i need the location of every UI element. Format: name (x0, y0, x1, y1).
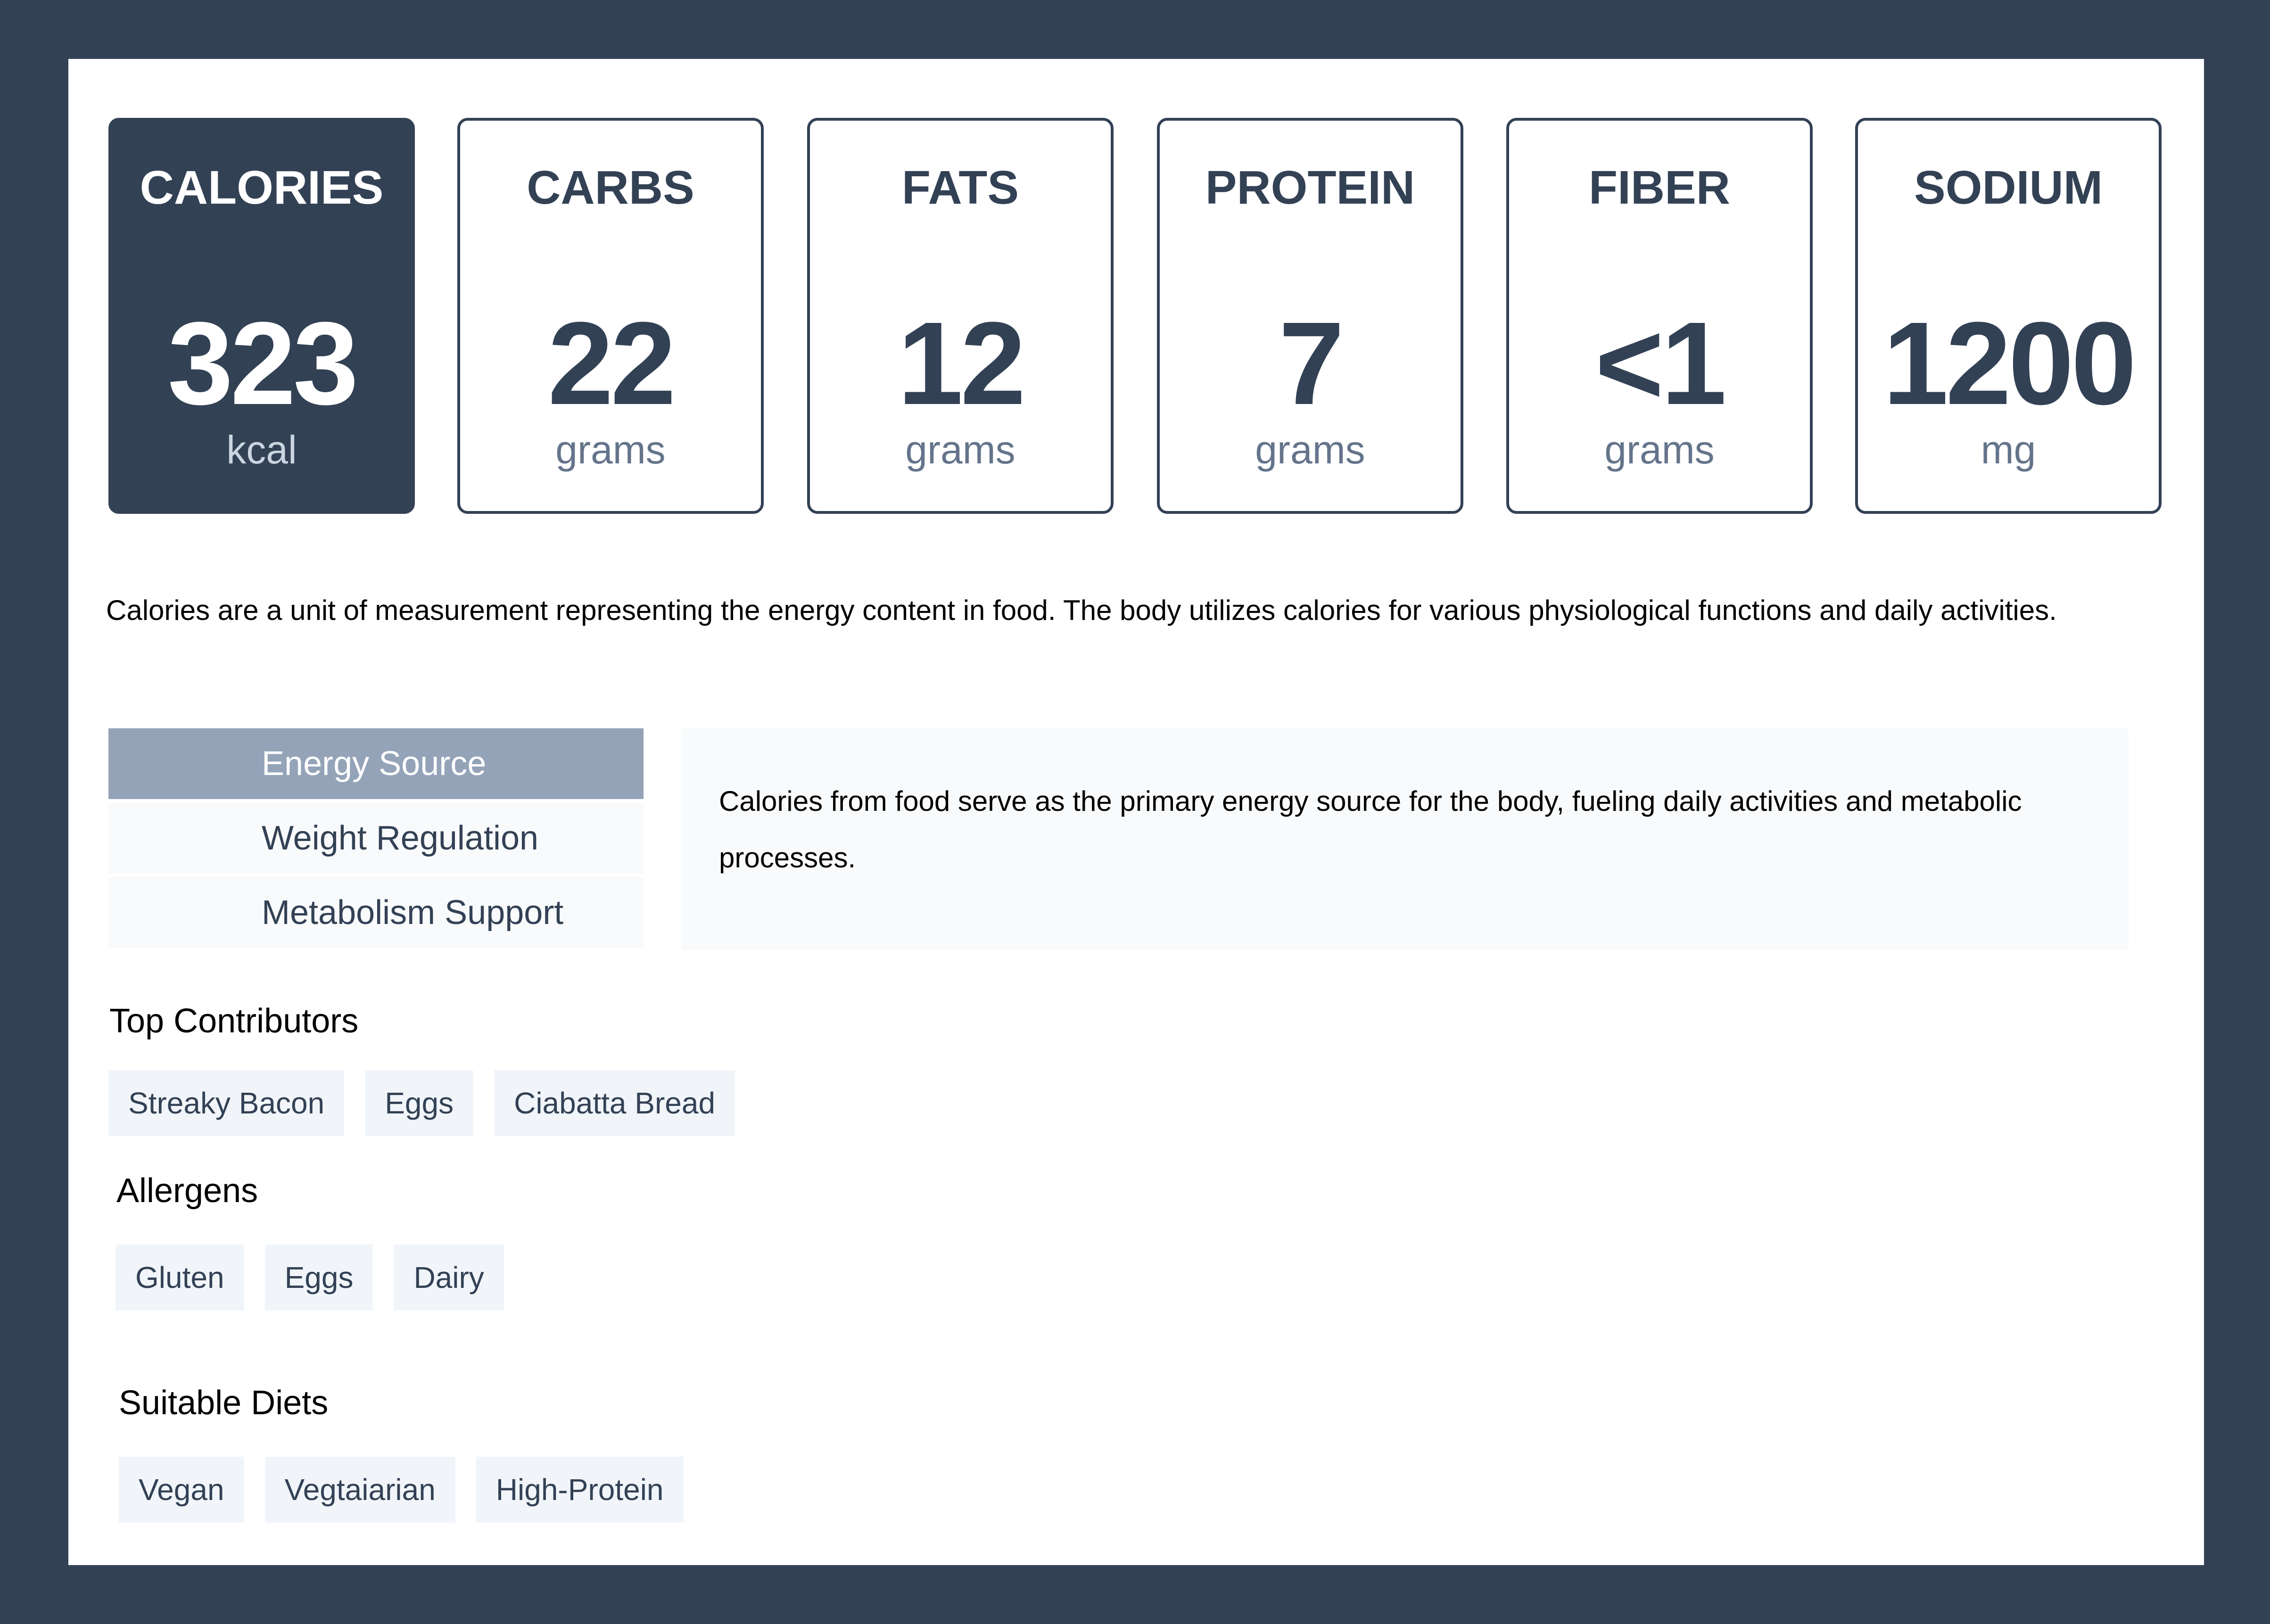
nutrient-unit: grams (555, 428, 666, 472)
nutrient-label: PROTEIN (1205, 161, 1415, 214)
tag: High-Protein (476, 1457, 684, 1523)
tab-metabolism-support[interactable]: Metabolism Support (108, 877, 644, 948)
nutrient-card-carbs[interactable]: CARBS 22 grams (457, 118, 764, 514)
nutrient-card-sodium[interactable]: SODIUM 1200 mg (1855, 118, 2162, 514)
nutrient-unit: mg (1981, 428, 2036, 472)
nutrient-value: 12 (897, 297, 1026, 429)
nutrient-value: <1 (1595, 297, 1726, 429)
top-contributors-title: Top Contributors (109, 1002, 359, 1040)
nutrient-card-calories[interactable]: CALORIES 323 kcal (108, 118, 415, 514)
nutrient-unit: kcal (226, 428, 297, 472)
nutrient-unit: grams (905, 428, 1015, 472)
tab-content: Calories from food serve as the primary … (681, 728, 2129, 950)
tag: Gluten (116, 1245, 244, 1311)
tag: Dairy (394, 1245, 504, 1311)
nutrient-unit: grams (1604, 428, 1715, 472)
nutrient-label: CARBS (527, 161, 694, 214)
top-contributors-tags: Streaky Bacon Eggs Ciabatta Bread (108, 1070, 735, 1136)
nutrient-card-fiber[interactable]: FIBER <1 grams (1506, 118, 1813, 514)
nutrient-label: SODIUM (1914, 161, 2103, 214)
nutrient-label: CALORIES (140, 161, 384, 214)
nutrient-label: FIBER (1589, 161, 1730, 214)
nutrition-panel: CALORIES 323 kcal CARBS 22 grams FATS 12… (68, 59, 2204, 1565)
nutrient-card-fats[interactable]: FATS 12 grams (807, 118, 1114, 514)
allergens-title: Allergens (116, 1172, 258, 1210)
nutrient-value: 22 (547, 297, 676, 429)
tag: Eggs (264, 1245, 373, 1311)
suitable-diets-title: Suitable Diets (119, 1384, 329, 1422)
tab-energy-source[interactable]: Energy Source (108, 728, 644, 799)
nutrient-unit: grams (1255, 428, 1365, 472)
intro-text: Calories are a unit of measurement repre… (106, 594, 2057, 626)
nutrient-value: 7 (1279, 297, 1344, 429)
allergens-tags: Gluten Eggs Dairy (116, 1245, 504, 1311)
nutrient-value: 1200 (1882, 297, 2137, 429)
tag: Eggs (365, 1070, 474, 1136)
nutrient-card-protein[interactable]: PROTEIN 7 grams (1157, 118, 1463, 514)
tag: Streaky Bacon (108, 1070, 345, 1136)
suitable-diets-tags: Vegan Vegtaiarian High-Protein (119, 1457, 684, 1523)
nutrient-label: FATS (901, 161, 1019, 214)
tag: Ciabatta Bread (494, 1070, 735, 1136)
tag: Vegtaiarian (264, 1457, 455, 1523)
benefit-tabs: Energy Source Weight Regulation Metaboli… (108, 728, 644, 952)
nutrient-value: 323 (167, 297, 358, 429)
tag: Vegan (119, 1457, 244, 1523)
tab-weight-regulation[interactable]: Weight Regulation (108, 803, 644, 874)
